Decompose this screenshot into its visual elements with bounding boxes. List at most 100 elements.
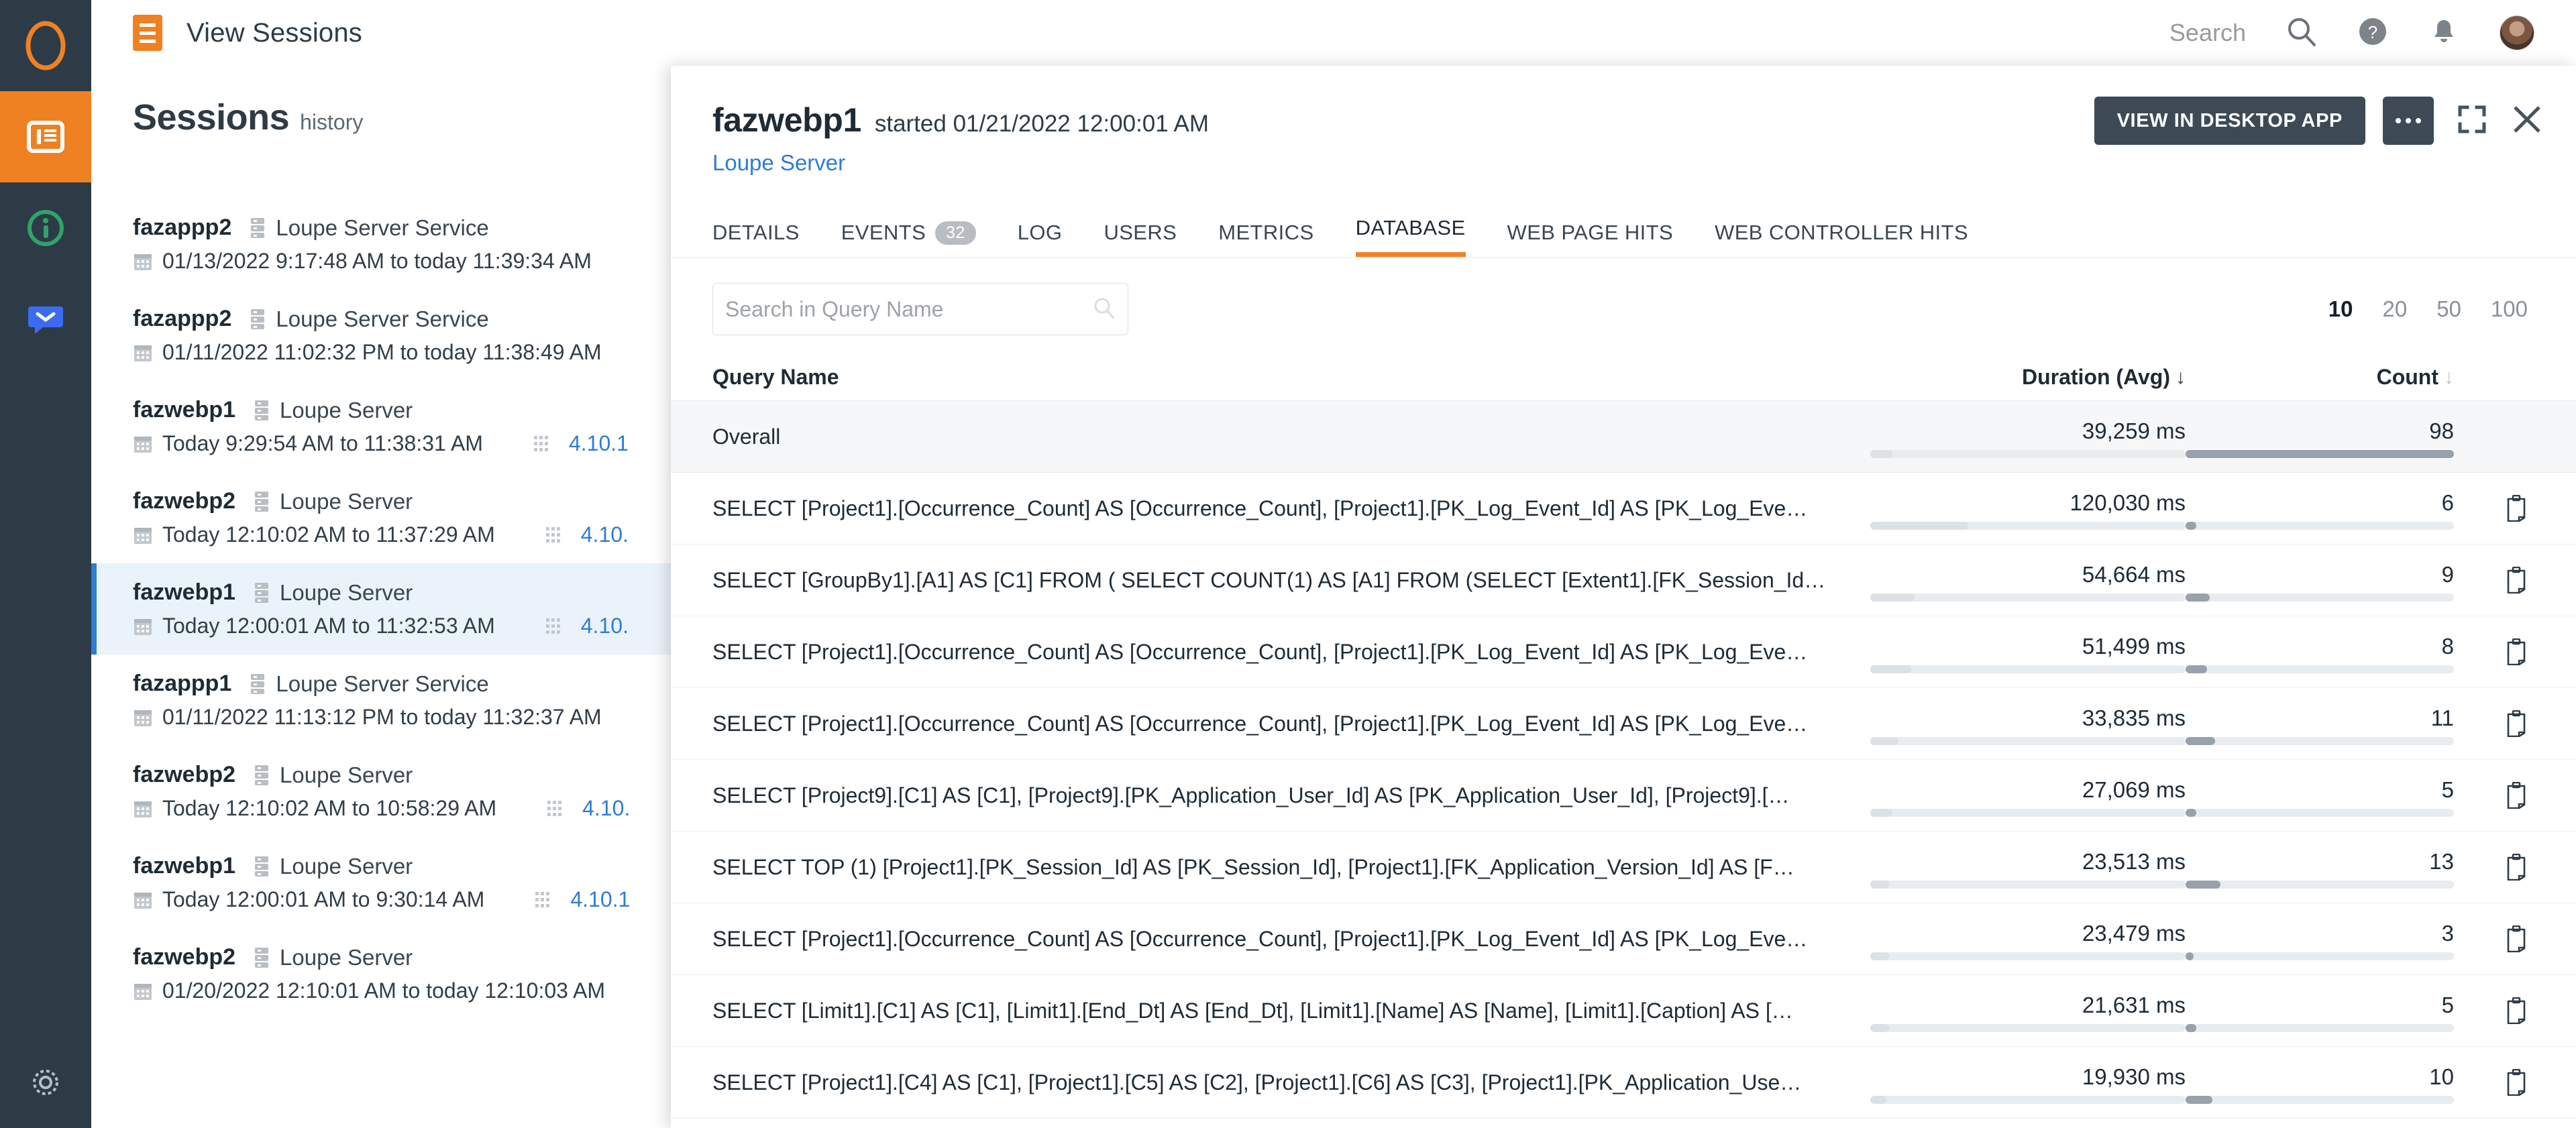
session-time-range: Today 9:29:54 AM to 11:38:31 AM [162, 431, 483, 455]
page-size-option-100[interactable]: 100 [2491, 296, 2528, 322]
session-list-item[interactable]: fazwebp1 Loupe Server Today 9:29:54 AM to … [91, 381, 671, 472]
cell-count: 5 [2186, 760, 2454, 832]
tab-label: WEB PAGE HITS [1507, 221, 1674, 244]
table-row[interactable]: SELECT [Project1].[C4] AS [C1], [Project… [671, 1047, 2576, 1119]
tab-log[interactable]: LOG [1018, 221, 1063, 257]
tab-label: METRICS [1218, 221, 1314, 244]
menu-toggle-button[interactable] [133, 15, 162, 51]
session-application: Loupe Server [280, 579, 413, 605]
more-options-button[interactable] [2383, 97, 2434, 145]
column-header-duration[interactable]: Duration (Avg) ↓ [1870, 365, 2186, 390]
rail-item-settings[interactable] [0, 1037, 91, 1128]
session-version[interactable]: 4.10.1 [570, 887, 630, 912]
session-list-item[interactable]: fazwebp1 Loupe Server Today 12:00:01 AM to… [91, 837, 671, 928]
table-row[interactable]: Overall 39,259 ms 98 [671, 401, 2576, 473]
session-list-item[interactable]: fazwebp2 Loupe Server Today 12:10:02 AM to… [91, 472, 671, 563]
rail-item-sessions[interactable] [0, 91, 91, 182]
hamburger-line [140, 39, 156, 43]
loupe-logo-icon [25, 21, 66, 70]
cell-actions [2454, 1069, 2528, 1096]
page-size-option-10[interactable]: 10 [2328, 296, 2353, 322]
copy-to-clipboard-icon[interactable] [2505, 997, 2528, 1024]
session-application: Loupe Server Service [276, 671, 489, 696]
session-list-item[interactable]: fazwebp1 Loupe Server Today 12:00:01 AM to… [91, 563, 671, 655]
session-time-range: Today 12:00:01 AM to 11:32:53 AM [162, 614, 495, 638]
session-item-primary: fazwebp2 Loupe Server [133, 944, 671, 970]
session-application: Loupe Server Service [276, 306, 489, 331]
table-row[interactable]: SELECT [Project1].[Occurrence_Count] AS … [671, 903, 2576, 975]
tab-details[interactable]: DETAILS [712, 221, 800, 257]
close-icon[interactable] [2510, 103, 2544, 139]
rail-logo[interactable] [0, 0, 91, 91]
query-search-field[interactable] [712, 283, 1128, 335]
session-list-item[interactable]: fazappp2 Loupe Server Service 01/13/2022 9… [91, 199, 671, 290]
copy-to-clipboard-icon[interactable] [2505, 854, 2528, 881]
session-time-range: Today 12:10:02 AM to 10:58:29 AM [162, 796, 497, 820]
tab-metrics[interactable]: METRICS [1218, 221, 1313, 257]
session-version[interactable]: 4.10. [581, 614, 629, 638]
version-grid-icon [545, 526, 560, 543]
session-list-item[interactable]: fazwebp2 Loupe Server 01/20/2022 12:10:01 … [91, 928, 671, 1019]
session-list-item[interactable]: fazappp2 Loupe Server Service 01/11/2022 1… [91, 290, 671, 381]
cell-query-name: SELECT [Project1].[Occurrence_Count] AS … [712, 926, 1808, 951]
session-version[interactable]: 4.10. [581, 522, 629, 547]
session-list-item[interactable]: fazappp1 Loupe Server Service 01/11/2022 1… [91, 655, 671, 746]
global-search-input[interactable]: Search [2169, 19, 2246, 47]
session-application: Loupe Server [280, 397, 413, 422]
table-row[interactable]: SELECT TOP (1) [Project1].[PK_Session_Id… [671, 832, 2576, 903]
search-icon[interactable] [1093, 296, 1116, 323]
session-list-item[interactable]: fazwebp2 Loupe Server Today 12:10:02 AM to… [91, 746, 671, 837]
tab-database[interactable]: DATABASE [1355, 216, 1466, 257]
session-item-primary: fazwebp2 Loupe Server [133, 488, 671, 514]
tab-label: WEB CONTROLLER HITS [1715, 221, 1968, 244]
page-size-option-50[interactable]: 50 [2436, 296, 2461, 322]
sessions-panel: Sessions history fazappp2 Loupe Server Se… [91, 66, 671, 1128]
tab-web-page-hits[interactable]: WEB PAGE HITS [1507, 221, 1674, 257]
column-header-duration-label: Duration (Avg) [2021, 365, 2170, 389]
copy-to-clipboard-icon[interactable] [2505, 782, 2528, 809]
rail-item-messages[interactable] [0, 274, 91, 365]
copy-to-clipboard-icon[interactable] [2505, 925, 2528, 952]
duration-bar-fill [1870, 808, 1892, 817]
view-in-desktop-app-button[interactable]: VIEW IN DESKTOP APP [2094, 97, 2365, 145]
session-version[interactable]: 4.10.1 [569, 431, 629, 456]
query-search-input[interactable] [725, 296, 1093, 322]
copy-to-clipboard-icon[interactable] [2505, 638, 2528, 665]
tab-web-controller-hits[interactable]: WEB CONTROLLER HITS [1715, 221, 1968, 257]
bell-icon[interactable] [2428, 16, 2459, 50]
help-icon[interactable]: ? [2357, 16, 2388, 50]
avatar[interactable] [2500, 15, 2534, 50]
duration-bar-fill [1870, 521, 1968, 530]
table-row[interactable]: SELECT [Project9].[C1] AS [C1], [Project… [671, 760, 2576, 832]
cell-count: 28 [2186, 1119, 2454, 1128]
count-bar-fill [2186, 521, 2196, 530]
table-row[interactable]: SELECT [Project1].[Occurrence_Count] AS … [671, 473, 2576, 545]
count-value: 98 [2429, 418, 2454, 443]
modal-title: fazwebp1 [712, 101, 861, 139]
session-item-secondary: Today 9:29:54 AM to 11:38:31 AM 4.10.1 [133, 431, 671, 456]
search-icon[interactable] [2286, 16, 2317, 50]
tab-events[interactable]: EVENTS 32 [841, 221, 976, 257]
table-row[interactable]: SELECT [Project1].[Occurrence_Count] AS … [671, 616, 2576, 688]
copy-to-clipboard-icon[interactable] [2505, 567, 2528, 594]
expand-icon[interactable] [2457, 104, 2487, 138]
copy-to-clipboard-icon[interactable] [2505, 1069, 2528, 1096]
column-header-count[interactable]: Count ↓ [2186, 365, 2454, 390]
tab-label: LOG [1017, 221, 1063, 244]
column-header-query-name[interactable]: Query Name [712, 365, 1870, 390]
tab-users[interactable]: USERS [1104, 221, 1177, 257]
duration-bar-track [1870, 952, 2186, 960]
table-row[interactable]: SELECT [Project1].[Occurrence_Count] AS … [671, 688, 2576, 760]
copy-to-clipboard-icon[interactable] [2505, 710, 2528, 737]
session-version[interactable]: 4.10. [582, 796, 630, 821]
copy-to-clipboard-icon[interactable] [2505, 495, 2528, 522]
table-row[interactable]: SELECT TOP (5) [Project6].[FK_Applicatio… [671, 1119, 2576, 1128]
table-row[interactable]: SELECT [Limit1].[C1] AS [C1], [Limit1].[… [671, 975, 2576, 1047]
session-name: fazwebp1 [133, 579, 236, 605]
session-name: fazwebp2 [133, 762, 236, 787]
rail-item-info[interactable] [0, 182, 91, 274]
modal-app-link[interactable]: Loupe Server [712, 150, 2576, 176]
page-size-option-20[interactable]: 20 [2383, 296, 2408, 322]
duration-bar-fill [1870, 880, 1890, 889]
table-row[interactable]: SELECT [GroupBy1].[A1] AS [C1] FROM ( SE… [671, 545, 2576, 616]
